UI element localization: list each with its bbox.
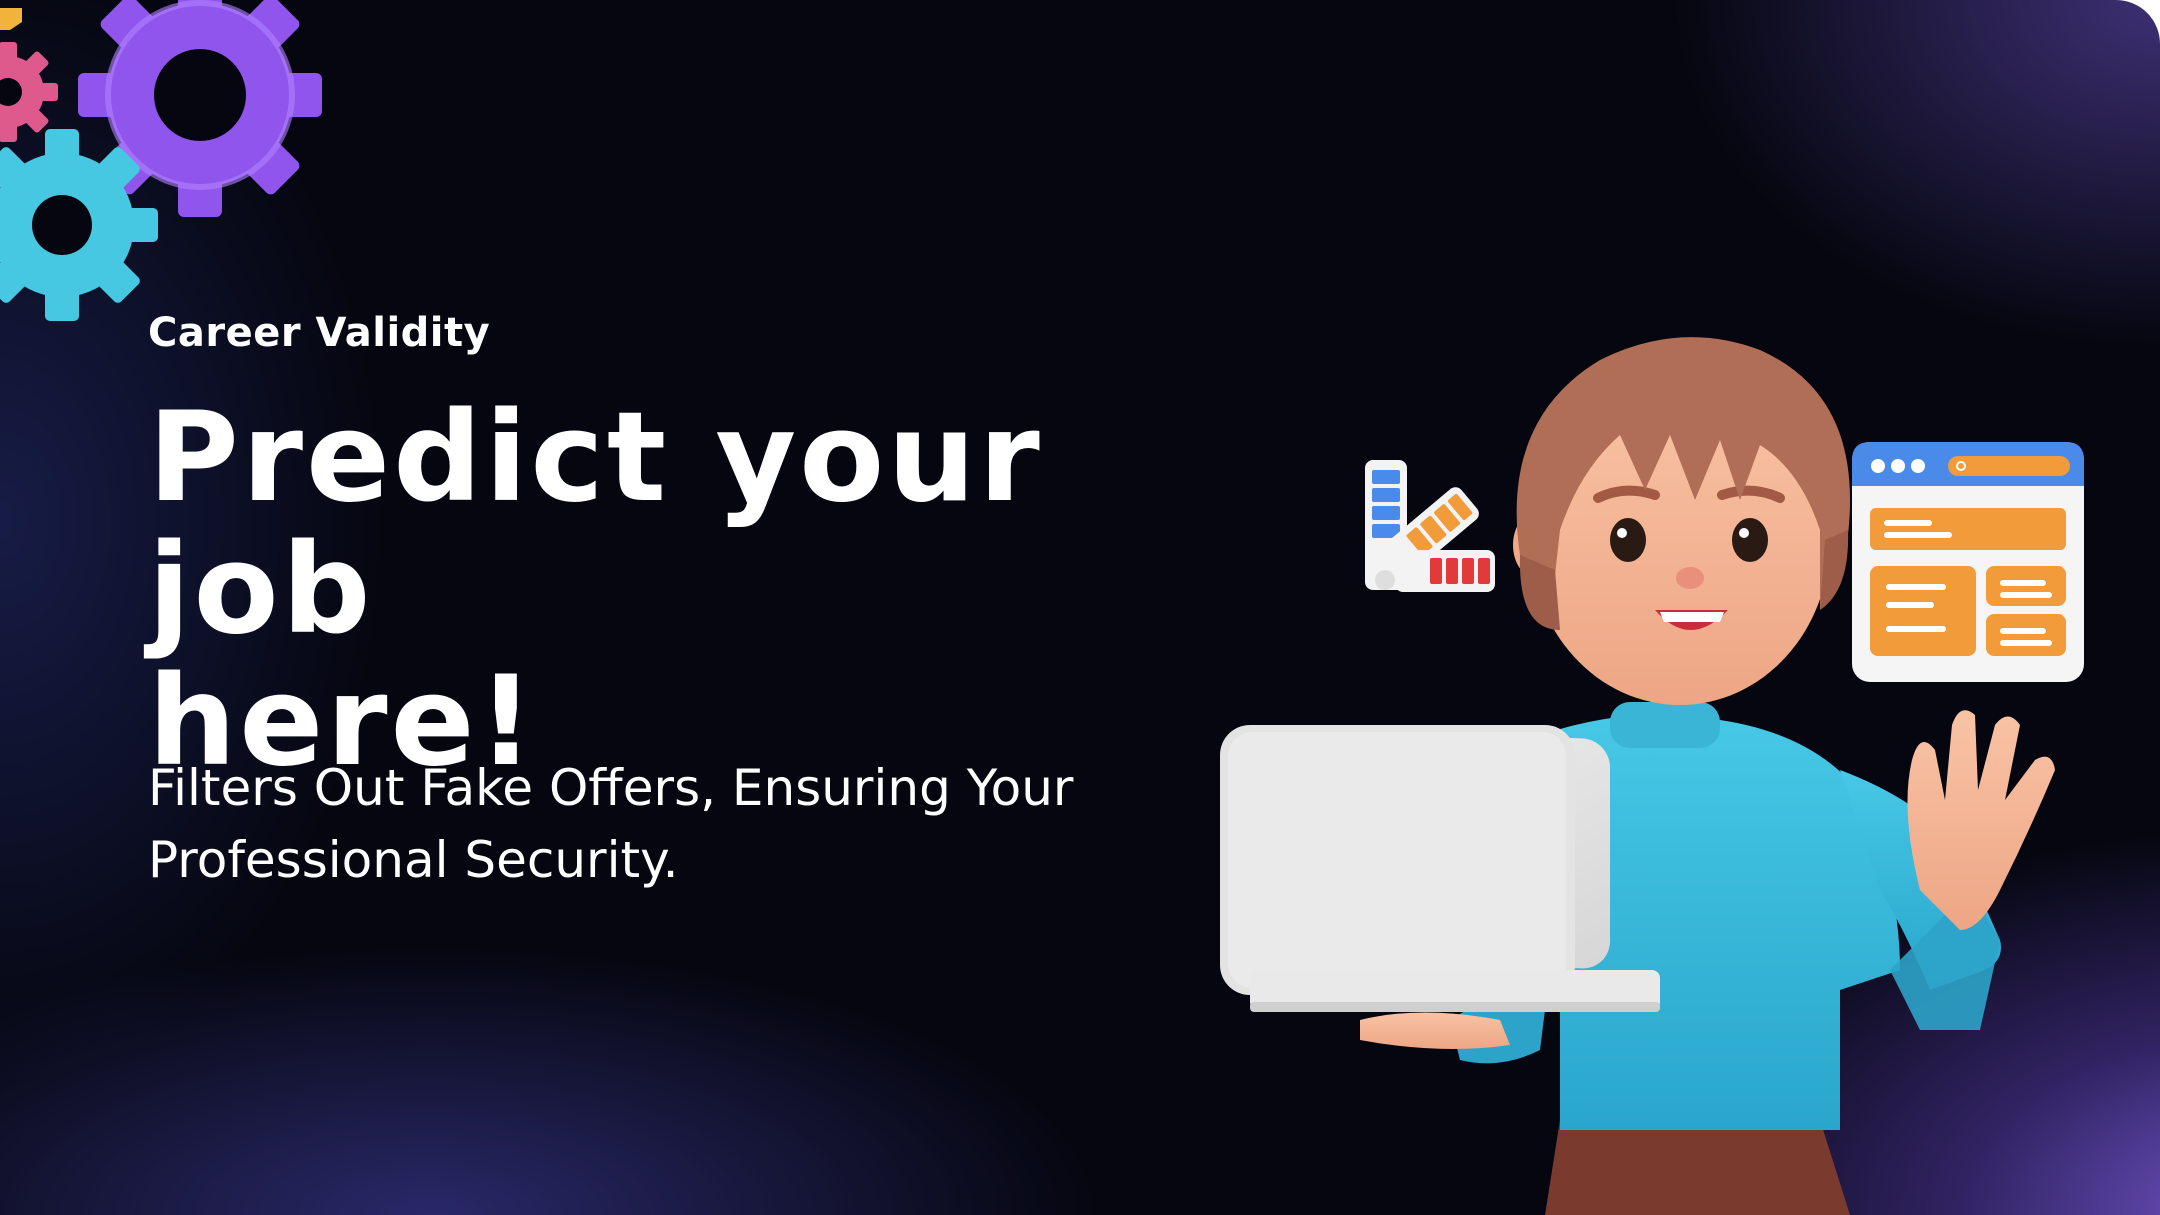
pink-gear-icon	[0, 42, 58, 142]
browser-window-icon	[1852, 442, 2084, 682]
waving-hand	[1907, 710, 2055, 930]
gears-icon	[0, 0, 322, 321]
brand-name: Career Validity	[148, 310, 491, 356]
yellow-gear-icon	[0, 8, 22, 30]
subheadline-line-2: Professional Security.	[148, 831, 679, 889]
color-swatch-icon	[1365, 460, 1495, 592]
subheadline: Filters Out Fake Offers, Ensuring Your P…	[148, 752, 1198, 896]
woman-with-laptop-illustration	[1220, 337, 2084, 1215]
page-title: Predict your job here!	[148, 392, 1248, 788]
hero-banner: Career Validity Predict your job here! F…	[0, 0, 2160, 1215]
skirt	[1545, 1120, 1850, 1215]
subheadline-line-1: Filters Out Fake Offers, Ensuring Your	[148, 759, 1074, 817]
holding-hand	[1360, 1012, 1510, 1049]
collar	[1610, 702, 1720, 748]
headline-line-1: Predict your job	[148, 386, 1043, 662]
